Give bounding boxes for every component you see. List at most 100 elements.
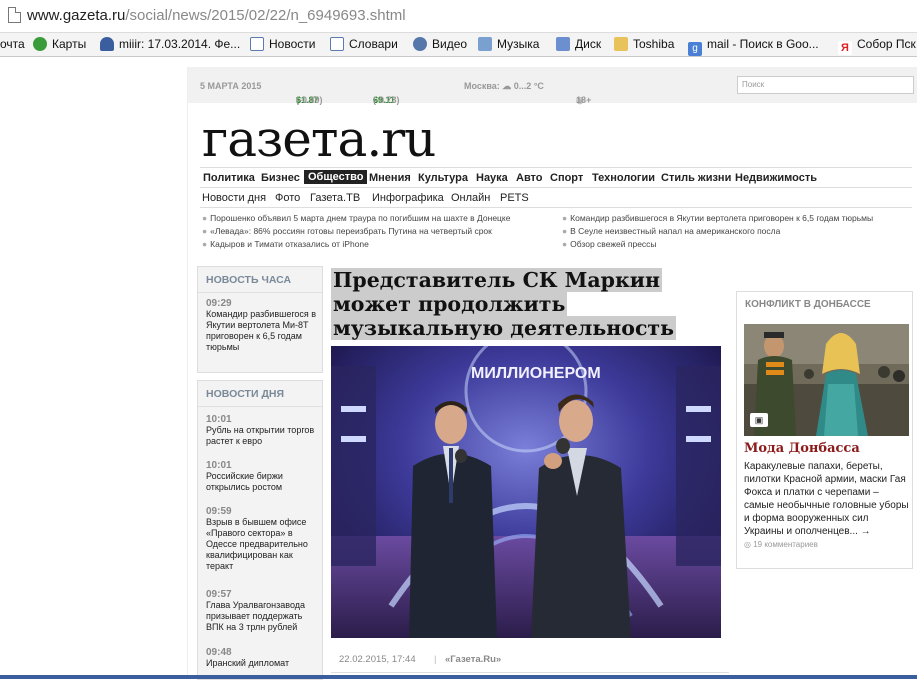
ticker-item[interactable]: ● Командир разбившегося в Якутии вертолет… (562, 213, 873, 223)
taskbar-edge (0, 675, 917, 679)
bookmark-miiir[interactable]: miiir: 17.03.2014. Фе... (100, 37, 240, 51)
ticker-item[interactable]: ● Кадыров и Тимати отказались от iPhone (202, 239, 369, 249)
search-input[interactable]: Поиск (737, 76, 914, 94)
folder-icon (614, 37, 628, 51)
mail-icon (556, 37, 570, 51)
page-viewport: 5 МАРТА 2015 $ 61.87 (-0.49) € 69.11 (-0… (0, 57, 917, 680)
ticker-text: Обзор свежей прессы (570, 239, 657, 249)
site-logo[interactable]: газета.ru (202, 110, 436, 168)
news-time: 10:01 (206, 460, 232, 471)
bookmark-label: Словари (349, 37, 398, 51)
comments-count: 19 комментариев (753, 540, 818, 549)
bookmark-label: Видео (432, 37, 468, 51)
music-icon (478, 37, 492, 51)
article-source[interactable]: «Газета.Ru» (445, 654, 501, 665)
subnav-gazeta-tv[interactable]: Газета.ТВ (310, 192, 360, 204)
url-host: www.gazeta.ru (27, 7, 126, 24)
nav-item-lifestyle[interactable]: Стиль жизни (661, 172, 731, 184)
url-path: /social/news/2015/02/22/n_6949693.shtml (125, 7, 406, 24)
video-frame: МИЛЛИОНЕРОМ (331, 346, 721, 638)
subnav-photo[interactable]: Фото (275, 192, 300, 204)
bookmark-label: Новости (269, 37, 316, 51)
nav-item-sport[interactable]: Спорт (550, 172, 583, 184)
bookmark-disk[interactable]: Диск (556, 37, 601, 51)
current-date: 5 МАРТА 2015 (200, 81, 262, 91)
user-icon (100, 37, 114, 51)
news-of-hour-title: НОВОСТЬ ЧАСА (198, 267, 322, 293)
page-icon (330, 37, 344, 51)
bookmark-label: miiir: 17.03.2014. Фе... (119, 37, 241, 51)
article-video[interactable]: МИЛЛИОНЕРОМ (331, 346, 721, 638)
nav-item-technology[interactable]: Технологии (592, 172, 655, 184)
nav-item-auto[interactable]: Авто (516, 172, 543, 184)
page-icon (250, 37, 264, 51)
bookmark-mail[interactable]: очта (0, 37, 25, 51)
subnav-news-day[interactable]: Новости дня (202, 192, 266, 204)
bookmark-label: Карты (52, 37, 87, 51)
list-item[interactable]: 09:59 Взрыв в бывшем офисе «Правого сект… (206, 506, 320, 572)
bookmark-maps[interactable]: Карты (33, 37, 86, 51)
article-headline: Представитель СК Маркин может продолжить… (331, 268, 729, 340)
address-bar[interactable]: www.gazeta.ru/social/news/2015/02/22/n_6… (0, 0, 917, 33)
news-text: Командир разбившегося в Якутии вертолета… (206, 309, 317, 352)
nav-item-culture[interactable]: Культура (418, 172, 468, 184)
donbass-caption-text[interactable]: Каракулевые папахи, береты, пилотки Крас… (744, 460, 910, 538)
bookmark-music[interactable]: Музыка (478, 37, 539, 51)
news-text: Российские биржи открылись ростом (206, 471, 283, 492)
url-text[interactable]: www.gazeta.ru/social/news/2015/02/22/n_6… (27, 7, 406, 24)
donbass-box: КОНФЛИКТ В ДОНБАССЕ ▣ Мода Донбасса Кара… (736, 291, 913, 569)
ticker-text: Кадыров и Тимати отказались от iPhone (210, 239, 369, 249)
list-item[interactable]: 09:48 Иранский дипломат (206, 647, 320, 669)
ticker-text: В Сеуле неизвестный напал на американско… (570, 226, 781, 236)
subnav-online[interactable]: Онлайн (451, 192, 490, 204)
donbass-title[interactable]: КОНФЛИКТ В ДОНБАССЕ (737, 292, 912, 314)
video-icon (413, 37, 427, 51)
donbass-photo[interactable]: ▣ (744, 324, 909, 436)
ticker-text: «Левада»: 86% россиян готовы переизбрать… (210, 226, 492, 236)
list-item[interactable]: 09:57 Глава Уралвагонзавода призывает по… (206, 589, 320, 633)
list-item[interactable]: 10:01 Рубль на открытии торгов растет к … (206, 414, 320, 447)
news-time: 09:59 (206, 506, 232, 517)
comment-icon: ◎ (744, 540, 754, 549)
news-text: Рубль на открытии торгов растет к евро (206, 425, 315, 446)
bookmark-dictionaries[interactable]: Словари (330, 37, 398, 51)
bookmark-label: mail - Поиск в Goo... (707, 37, 819, 51)
news-of-day: НОВОСТИ ДНЯ 10:01 Рубль на открытии торг… (197, 380, 323, 680)
donbass-caption-title[interactable]: Мода Донбасса (744, 441, 860, 456)
nav-item-realty[interactable]: Недвижимость (735, 172, 817, 184)
nav-item-business[interactable]: Бизнес (261, 172, 300, 184)
news-text: Взрыв в бывшем офисе «Правого сектора» в… (206, 517, 308, 571)
list-item[interactable]: 10:01 Российские биржи открылись ростом (206, 460, 320, 493)
ticker-text: Командир разбившегося в Якутии вертолета… (570, 213, 874, 223)
news-of-day-title: НОВОСТИ ДНЯ (198, 381, 322, 407)
ticker-item[interactable]: ● Порошенко объявил 5 марта днем траура п… (202, 213, 510, 223)
age-label: 18+ (576, 95, 592, 105)
bookmarks-bar: очта Карты miiir: 17.03.2014. Фе... Ново… (0, 33, 917, 57)
subnav-pets[interactable]: PETS (500, 192, 529, 204)
news-of-hour-item[interactable]: 09:29 Командир разбившегося в Якутии вер… (206, 298, 320, 353)
bookmark-google[interactable]: g mail - Поиск в Goo... (688, 37, 819, 56)
yandex-icon: Я (838, 41, 852, 55)
ticker-item[interactable]: ● «Левада»: 86% россиян готовы переизбрат… (202, 226, 492, 236)
bookmark-sobor[interactable]: Я Собор Пск (838, 37, 916, 55)
news-text: Глава Уралвагонзавода призывает поддержа… (206, 600, 306, 632)
ticker-item[interactable]: ● Обзор свежей прессы (562, 239, 657, 249)
bookmark-video[interactable]: Видео (413, 37, 467, 51)
gazeta-site: 5 МАРТА 2015 $ 61.87 (-0.49) € 69.11 (-0… (187, 67, 917, 680)
headline-text: Представитель СК Маркин может продолжить… (331, 268, 677, 340)
bookmark-news[interactable]: Новости (250, 37, 315, 51)
subnav-infographics[interactable]: Инфографика (372, 192, 444, 204)
nav-item-opinions[interactable]: Мнения (369, 172, 411, 184)
news-text: Иранский дипломат (206, 658, 290, 668)
bookmark-label: Toshiba (633, 37, 675, 51)
bookmark-label: Собор Пск (857, 37, 916, 51)
nav-item-society[interactable]: Общество (304, 170, 368, 184)
comments-link[interactable]: ◎ 19 комментариев (744, 540, 818, 549)
news-time: 09:48 (206, 647, 232, 658)
nav-item-science[interactable]: Наука (476, 172, 508, 184)
ticker-item[interactable]: ● В Сеуле неизвестный напал на американск… (562, 226, 780, 236)
nav-item-politics[interactable]: Политика (203, 172, 255, 184)
bookmark-toshiba[interactable]: Toshiba (614, 37, 674, 51)
news-time: 09:29 (206, 298, 232, 309)
usd-change: (-0.49) (296, 95, 323, 105)
